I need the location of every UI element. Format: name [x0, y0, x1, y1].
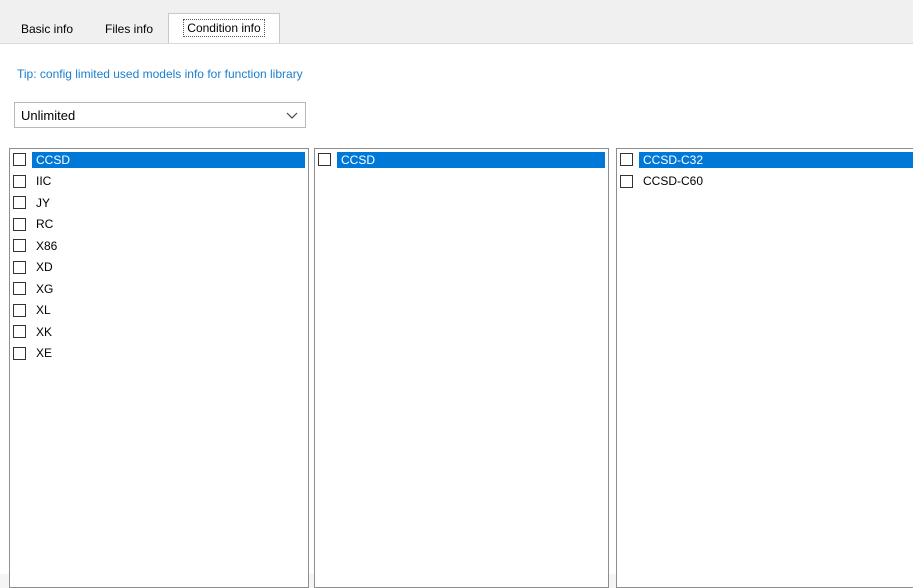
limit-mode-select[interactable]: Unlimited [14, 102, 306, 128]
list-item[interactable]: RC [10, 214, 308, 236]
list-item-label: CCSD [337, 151, 605, 168]
list-item[interactable]: XK [10, 321, 308, 343]
checkbox[interactable] [13, 217, 26, 231]
tab-condition-info[interactable]: Condition info [168, 13, 280, 43]
checkbox[interactable] [620, 153, 633, 167]
checkbox[interactable] [13, 303, 26, 317]
list-item-label: X86 [36, 238, 58, 253]
list-item[interactable]: JY [10, 192, 308, 214]
list-item[interactable]: CCSD [10, 149, 308, 171]
checkbox[interactable] [13, 153, 26, 167]
checkbox[interactable] [13, 260, 26, 274]
condition-info-panel: Tip: config limited used models info for… [0, 44, 913, 588]
checkbox[interactable] [13, 174, 26, 188]
series-list[interactable]: CCSD [314, 148, 609, 588]
checkbox[interactable] [13, 282, 26, 296]
list-item[interactable]: IIC [10, 171, 308, 193]
list-item-label: XE [36, 346, 53, 361]
checkbox[interactable] [13, 239, 26, 253]
list-item-label: JY [36, 195, 51, 210]
limit-mode-value: Unlimited [21, 108, 76, 123]
list-item-label: XD [36, 260, 53, 275]
list-item-label: IIC [36, 174, 52, 189]
list-item[interactable]: XE [10, 343, 308, 365]
checkbox[interactable] [620, 174, 633, 188]
vendor-list[interactable]: CCSD IIC JY RC X86 XD XG XL XK XE [9, 148, 309, 588]
tab-files-info[interactable]: Files info [92, 18, 166, 41]
list-item[interactable]: XD [10, 257, 308, 279]
checkbox[interactable] [318, 153, 331, 167]
model-list[interactable]: CCSD-C32 CCSD-C60 [616, 148, 913, 588]
checkbox[interactable] [13, 325, 26, 339]
checkbox[interactable] [13, 346, 26, 360]
tab-condition-info-label: Condition info [183, 19, 265, 37]
checkbox[interactable] [13, 196, 26, 210]
list-item-label: CCSD-C60 [643, 174, 704, 189]
tab-bar: Basic info Files info Condition info [0, 0, 913, 44]
list-item[interactable]: XG [10, 278, 308, 300]
list-item-label: XG [36, 281, 54, 296]
list-item-label: CCSD-C32 [639, 151, 913, 168]
list-item[interactable]: CCSD-C60 [617, 171, 913, 193]
chevron-down-icon [286, 112, 298, 119]
list-item-label: RC [36, 217, 54, 232]
list-item[interactable]: CCSD-C32 [617, 149, 913, 171]
list-item-label: XL [36, 303, 51, 318]
list-item-label: XK [36, 324, 53, 339]
list-item[interactable]: XL [10, 300, 308, 322]
list-item[interactable]: CCSD [315, 149, 608, 171]
list-item[interactable]: X86 [10, 235, 308, 257]
tip-text: Tip: config limited used models info for… [17, 67, 303, 81]
list-item-label: CCSD [32, 151, 305, 168]
tab-basic-info[interactable]: Basic info [8, 18, 86, 41]
